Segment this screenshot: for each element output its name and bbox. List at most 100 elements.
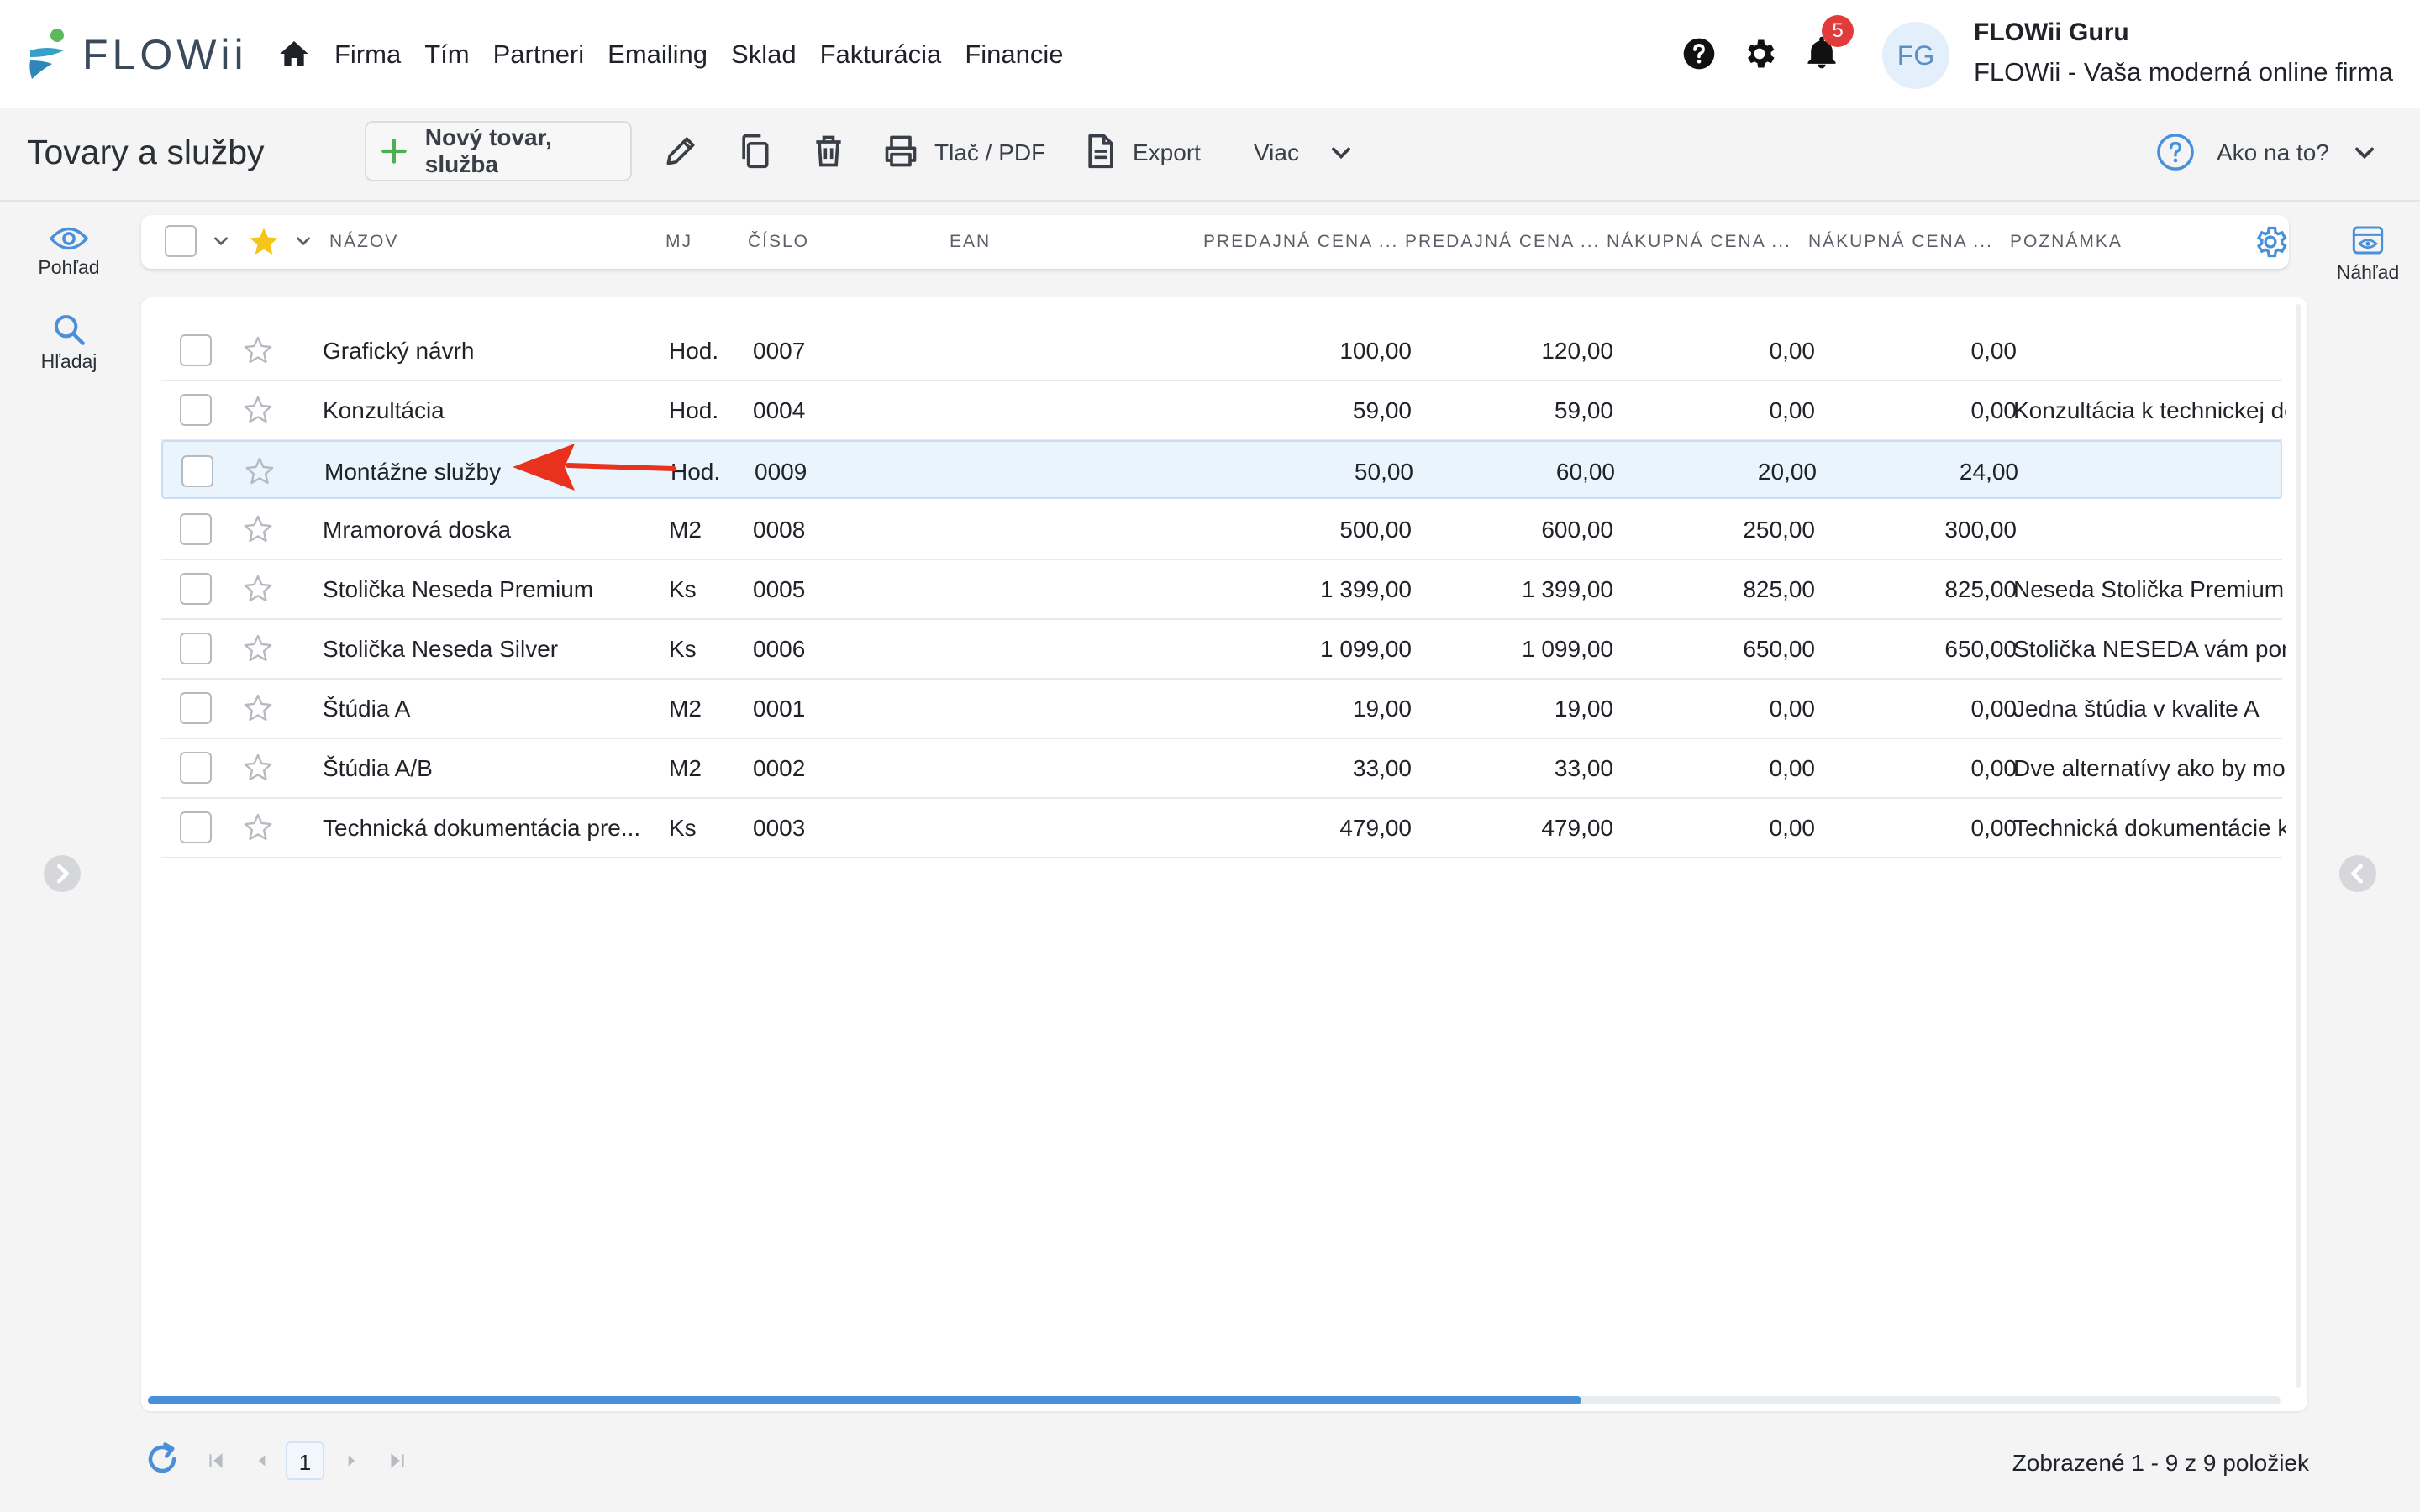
help-question-icon[interactable]	[2156, 133, 2195, 171]
chevron-right-icon	[57, 864, 70, 884]
table-row[interactable]: Mramorová doska M2 0008 500,00 600,00 250,00 3…	[161, 500, 2282, 560]
user-avatar[interactable]: FG	[1882, 22, 1949, 89]
favorite-star-icon[interactable]	[242, 334, 274, 366]
cell-sell-price-1: 1 099,00	[1320, 636, 1412, 662]
nav-item-fakturacia[interactable]: Fakturácia	[820, 34, 942, 76]
settings-gear-icon[interactable]	[1741, 35, 1778, 72]
nav-item-tim[interactable]: Tím	[424, 34, 469, 76]
row-checkbox[interactable]	[182, 455, 213, 487]
chevron-down-icon[interactable]	[2349, 138, 2380, 168]
row-checkbox[interactable]	[180, 752, 212, 784]
cell-sell-price-2: 59,00	[1554, 397, 1613, 423]
table-row[interactable]: Stolička Neseda Silver Ks 0006 1 099,00 1 09…	[161, 619, 2286, 680]
nav-item-firma[interactable]: Firma	[334, 34, 401, 76]
help-icon[interactable]	[1682, 37, 1716, 71]
printer-icon[interactable]	[882, 131, 919, 171]
cell-unit: Ks	[669, 815, 697, 841]
favorite-star-icon[interactable]	[242, 692, 274, 724]
table-row[interactable]: Grafický návrh Hod. 0007 100,00 120,00 0,00 0,…	[161, 321, 2282, 381]
column-header-name[interactable]: NÁZOV	[329, 232, 398, 252]
vertical-scrollbar[interactable]	[2296, 304, 2301, 1388]
column-header-note[interactable]: POZNÁMKA	[2010, 232, 2123, 252]
print-pdf-button[interactable]: Tlač / PDF	[934, 139, 1045, 166]
cell-name: Stolička Neseda Silver	[323, 636, 559, 662]
favorite-star-icon[interactable]	[242, 513, 274, 545]
table-row[interactable]: Konzultácia Hod. 0004 59,00 59,00 0,00 0,00 Kon…	[161, 381, 2286, 441]
cell-buy-price-1: 0,00	[1769, 815, 1816, 841]
column-header-sell-price-2[interactable]: PREDAJNÁ CENA ...	[1405, 232, 1600, 252]
cell-sell-price-1: 19,00	[1352, 696, 1412, 722]
eye-icon	[49, 227, 89, 250]
trash-icon[interactable]	[810, 131, 847, 171]
expand-right-panel-button[interactable]	[2339, 855, 2376, 892]
favorite-star-icon[interactable]	[242, 811, 274, 843]
brand-logo[interactable]: FLOWii	[25, 25, 248, 84]
next-page-icon[interactable]	[341, 1450, 363, 1472]
row-checkbox[interactable]	[180, 692, 212, 724]
nav-item-partneri[interactable]: Partneri	[493, 34, 585, 76]
last-page-icon[interactable]	[387, 1450, 408, 1472]
chevron-down-icon[interactable]	[210, 230, 232, 252]
previous-page-icon[interactable]	[250, 1450, 272, 1472]
column-header-unit[interactable]: MJ	[666, 232, 692, 252]
more-button[interactable]: Viac	[1254, 139, 1299, 166]
cell-note: Stolička NESEDA vám pom	[2013, 636, 2286, 662]
column-header-buy-price-1[interactable]: NÁKUPNÁ CENA ...	[1607, 232, 1791, 252]
edit-pencil-icon[interactable]	[662, 131, 699, 171]
page-title: Tovary a služby	[27, 133, 265, 171]
export-button[interactable]: Export	[1133, 139, 1201, 166]
table-row[interactable]: Stolička Neseda Premium Ks 0005 1 399,00 1 3…	[161, 559, 2286, 620]
table-row[interactable]: Technická dokumentácia pre... Ks 0003 479,0…	[161, 798, 2286, 858]
expand-left-panel-button[interactable]	[44, 855, 81, 892]
nav-item-financie[interactable]: Financie	[965, 34, 1063, 76]
chevron-down-icon[interactable]	[1326, 138, 1356, 168]
nav-item-emailing[interactable]: Emailing	[608, 34, 708, 76]
nav-item-sklad[interactable]: Sklad	[731, 34, 797, 76]
home-icon[interactable]	[277, 37, 311, 71]
favorite-star-icon[interactable]	[242, 573, 274, 605]
row-checkbox[interactable]	[180, 811, 212, 843]
favorite-star-icon[interactable]	[242, 633, 274, 664]
column-header-sell-price-1[interactable]: PREDAJNÁ CENA ...	[1203, 232, 1398, 252]
chevron-down-icon[interactable]	[292, 230, 314, 252]
row-checkbox[interactable]	[180, 573, 212, 605]
cell-buy-price-1: 650,00	[1743, 636, 1815, 662]
table-row[interactable]: Montážne služby Hod. 0009 50,00 60,00 20,00 24…	[161, 440, 2282, 499]
horizontal-scrollbar-thumb[interactable]	[148, 1396, 1581, 1404]
table-row[interactable]: Štúdia A/B M2 0002 33,00 33,00 0,00 0,00 Dve al…	[161, 738, 2286, 799]
user-company[interactable]: FLOWii - Vaša moderná online firma	[1974, 57, 2393, 87]
favorite-star-icon[interactable]	[242, 752, 274, 784]
cell-name: Montážne služby	[324, 459, 502, 485]
favorite-star-icon[interactable]	[244, 455, 276, 487]
cell-number: 0005	[753, 576, 806, 602]
refresh-icon[interactable]	[145, 1441, 180, 1477]
cell-name: Stolička Neseda Premium	[323, 576, 594, 602]
favorite-star-filled-icon[interactable]	[247, 225, 281, 259]
column-header-buy-price-2[interactable]: NÁKUPNÁ CENA ...	[1808, 232, 1993, 252]
export-document-icon[interactable]	[1082, 131, 1119, 171]
view-button[interactable]: Pohľad	[18, 225, 119, 279]
cell-name: Grafický návrh	[323, 338, 475, 364]
row-checkbox[interactable]	[180, 334, 212, 366]
column-settings-gear-icon[interactable]	[2252, 223, 2289, 260]
row-checkbox[interactable]	[180, 513, 212, 545]
new-item-button[interactable]: Nový tovar, služba	[365, 121, 632, 181]
how-to-button[interactable]: Ako na to?	[2217, 139, 2329, 166]
row-checkbox[interactable]	[180, 633, 212, 664]
favorite-star-icon[interactable]	[242, 394, 274, 426]
column-header-ean[interactable]: EAN	[950, 232, 991, 252]
cell-number: 0002	[753, 755, 806, 781]
table-header: NÁZOV MJ ČÍSLO EAN PREDAJNÁ CENA ... PRE…	[141, 215, 2289, 269]
search-button[interactable]: Hľadaj	[18, 312, 119, 373]
preview-button[interactable]: Náhľad	[2317, 223, 2418, 284]
current-page[interactable]: 1	[286, 1441, 324, 1480]
column-header-number[interactable]: ČÍSLO	[748, 232, 809, 252]
cell-name: Konzultácia	[323, 397, 445, 423]
cell-unit: Hod.	[669, 338, 719, 364]
row-checkbox[interactable]	[180, 394, 212, 426]
table-row[interactable]: Štúdia A M2 0001 19,00 19,00 0,00 0,00 Jedna št…	[161, 679, 2282, 739]
select-all-checkbox[interactable]	[165, 225, 197, 257]
copy-icon[interactable]	[736, 131, 773, 171]
first-page-icon[interactable]	[205, 1450, 227, 1472]
user-name[interactable]: FLOWii Guru	[1974, 18, 2129, 47]
